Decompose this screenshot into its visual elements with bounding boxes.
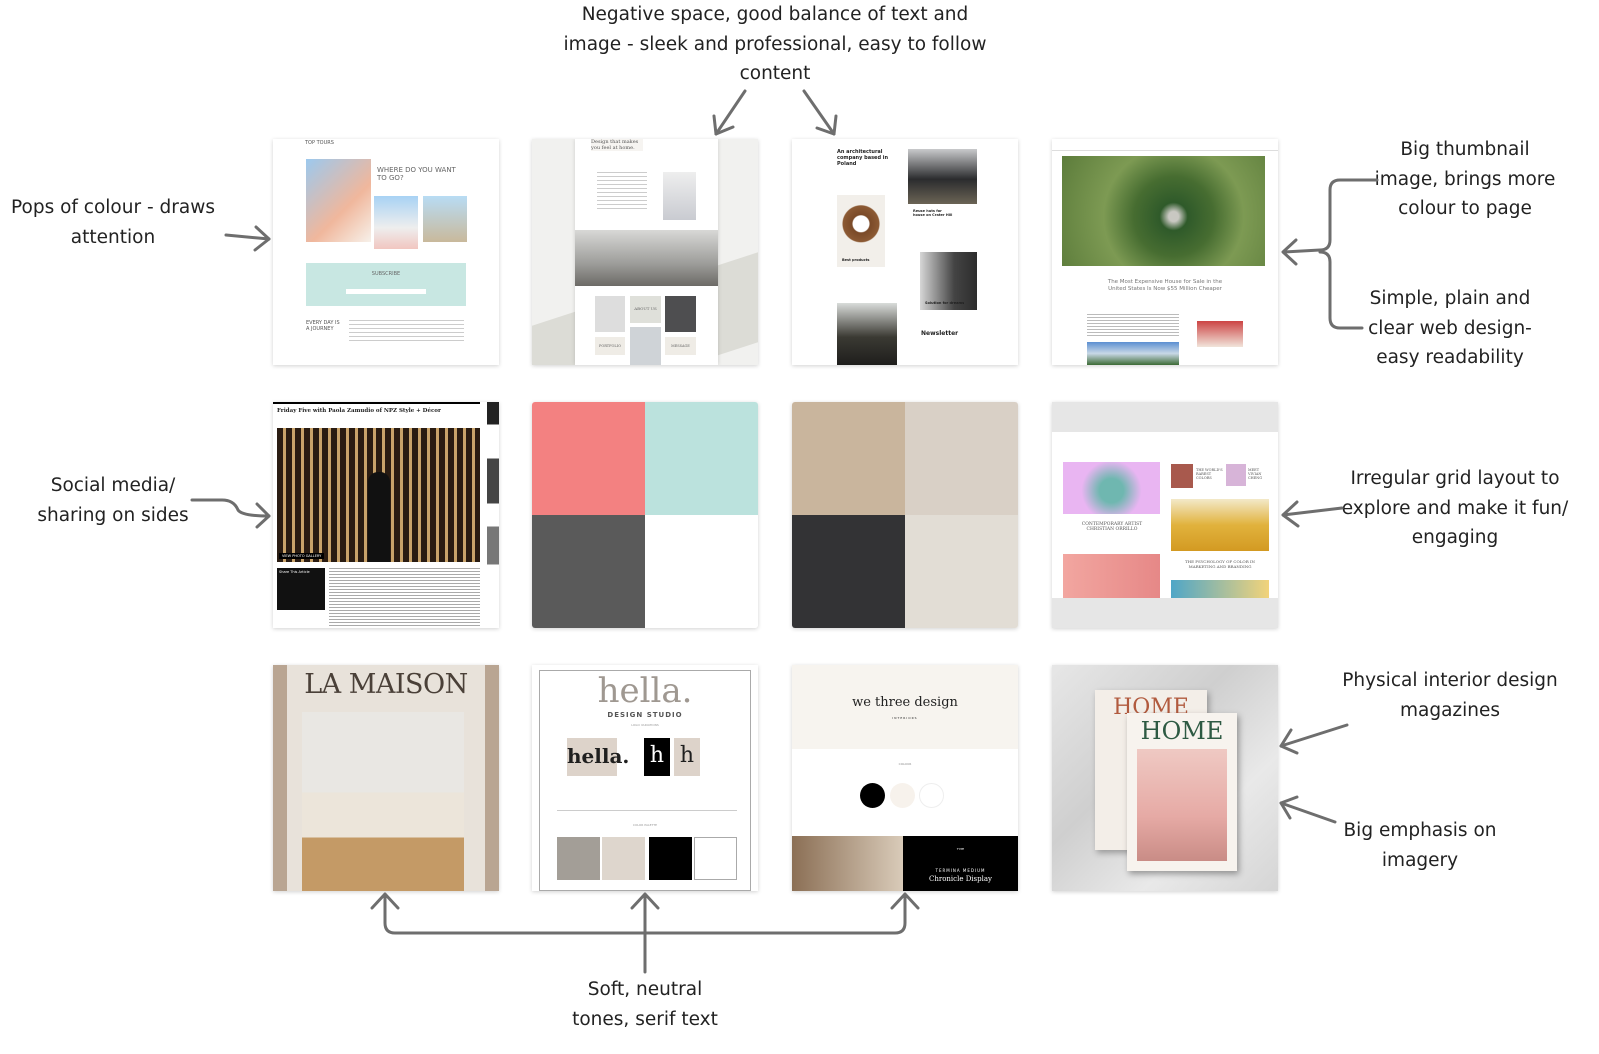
arrow-icon <box>224 225 271 252</box>
bracket-arrow-icon <box>1281 178 1379 330</box>
annotation-arrows <box>190 89 1379 974</box>
arrow-icon <box>712 89 747 136</box>
arrow-icon <box>802 89 838 136</box>
arrow-icon <box>1279 795 1337 824</box>
bottom-bracket-arrow-icon <box>370 892 920 974</box>
arrow-icon <box>190 498 271 529</box>
arrow-icon <box>1281 500 1344 528</box>
arrow-icon <box>1279 723 1349 755</box>
